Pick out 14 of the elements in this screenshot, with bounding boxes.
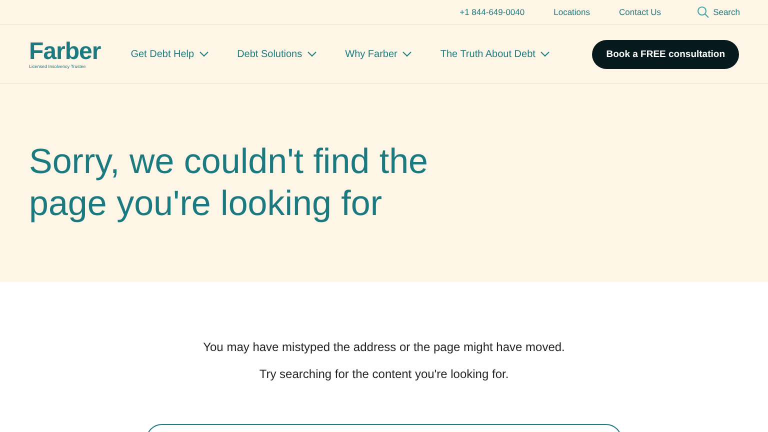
- page-title: Sorry, we couldn't find the page you're looking for: [29, 141, 430, 225]
- consultation-button[interactable]: Book a FREE consultation: [592, 40, 739, 68]
- nav-item[interactable]: Why Farber: [345, 48, 412, 60]
- message-text: You may have mistyped the address or the page might have moved.: [203, 340, 565, 354]
- nav-item[interactable]: Get Debt Help: [130, 48, 210, 60]
- search-button[interactable]: Search: [697, 6, 740, 18]
- message-text: Try searching for the content you're looking for.: [259, 367, 509, 381]
- search-icon: [697, 6, 710, 18]
- utility-link[interactable]: Contact Us: [619, 7, 662, 17]
- nav-item[interactable]: The Truth About Debt: [440, 48, 550, 60]
- utility-link[interactable]: Locations: [554, 7, 590, 17]
- logo[interactable]: Farber: [29, 40, 101, 64]
- phone-link[interactable]: +1 844-649-0040: [460, 7, 525, 17]
- nav-item[interactable]: Debt Solutions: [237, 48, 318, 60]
